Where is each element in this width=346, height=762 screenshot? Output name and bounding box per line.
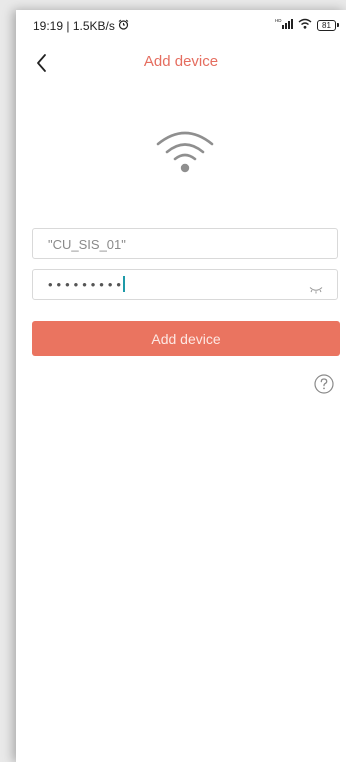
wifi-icon	[155, 126, 215, 179]
app-screen: 19:19 | 1.5KB/s HD 81 Add device "CU_SIS…	[16, 10, 346, 762]
header: Add device	[16, 48, 346, 78]
status-left: 19:19 | 1.5KB/s	[33, 19, 129, 33]
status-bar: 19:19 | 1.5KB/s HD 81	[16, 10, 346, 38]
status-right: HD 81	[275, 18, 339, 32]
ssid-value: "CU_SIS_01"	[48, 237, 126, 252]
text-caret	[122, 276, 125, 292]
signal-icon: HD	[275, 18, 293, 32]
add-device-button[interactable]: Add device	[32, 321, 340, 356]
alarm-clock-icon	[118, 19, 129, 33]
password-value: •••••••••	[48, 276, 125, 292]
network-type-label: HD	[275, 18, 282, 23]
page-title: Add device	[143, 53, 219, 70]
help-button[interactable]	[314, 374, 334, 399]
eye-closed-icon[interactable]	[309, 281, 323, 299]
password-field[interactable]: •••••••••	[32, 269, 338, 300]
question-circle-icon	[314, 374, 334, 394]
wifi-status-icon	[298, 18, 312, 32]
ssid-field[interactable]: "CU_SIS_01"	[32, 228, 338, 259]
status-time-speed: 19:19 | 1.5KB/s	[33, 19, 115, 33]
password-dots: •••••••••	[48, 277, 125, 292]
battery-icon: 81	[317, 19, 339, 31]
